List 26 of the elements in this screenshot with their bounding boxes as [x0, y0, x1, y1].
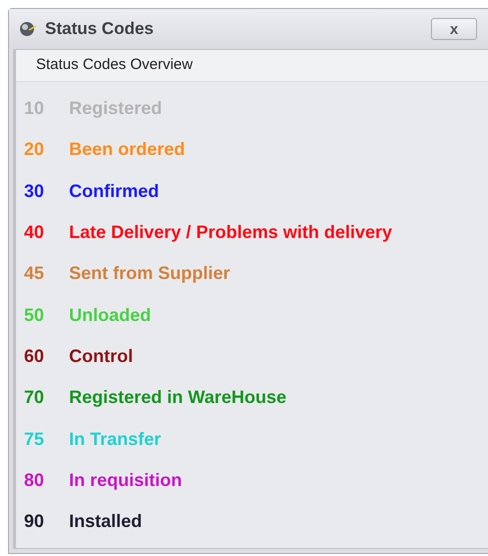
panel-title: Status Codes Overview: [36, 55, 193, 76]
status-label: Been ordered: [69, 138, 186, 162]
status-code: 30: [24, 180, 46, 203]
status-code: 70: [24, 386, 46, 410]
close-button[interactable]: x: [431, 18, 477, 40]
status-code: 50: [24, 304, 46, 327]
status-code: 90: [24, 510, 46, 534]
globe-icon: [19, 21, 37, 37]
status-label: Unloaded: [69, 304, 152, 327]
status-code: 40: [24, 221, 46, 244]
status-label: Control: [69, 344, 133, 368]
status-label: Installed: [69, 510, 142, 534]
window-title: Status Codes: [45, 18, 154, 40]
status-label: In Transfer: [69, 428, 162, 451]
status-label: Sent from Supplier: [69, 262, 230, 286]
status-code: 20: [24, 138, 46, 162]
status-code: 10: [24, 97, 46, 120]
status-code: 60: [24, 344, 46, 368]
status-label: Registered: [69, 97, 162, 120]
status-label: Confirmed: [69, 180, 159, 203]
status-label: In requisition: [69, 468, 182, 492]
status-code: 80: [24, 468, 46, 492]
status-label: Late Delivery / Problems with delivery: [69, 221, 392, 244]
status-code: 45: [24, 262, 46, 286]
status-code: 75: [24, 428, 46, 451]
status-label: Registered in WareHouse: [69, 386, 286, 410]
